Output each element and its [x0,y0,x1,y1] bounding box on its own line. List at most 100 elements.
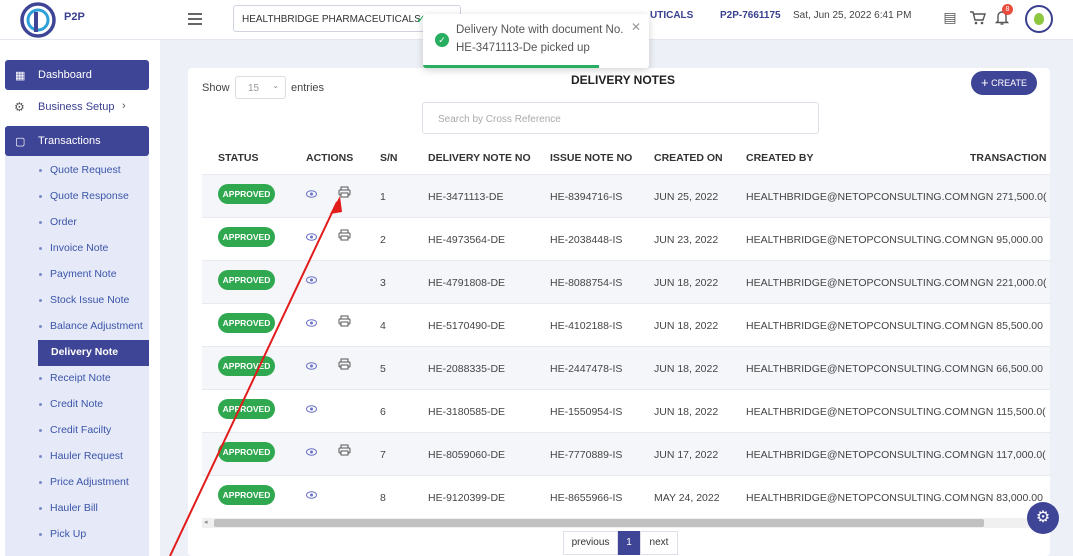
cell-delivery-note-no: HE-4973564-DE [428,234,506,246]
cell-delivery-note-no: HE-3180585-DE [428,406,506,418]
close-icon[interactable]: ✕ [631,20,641,34]
cart-icon[interactable] [968,8,986,26]
sidebar: ▦ Dashboard ⚙ Business Setup › ▢ Transac… [0,40,160,556]
chevron-down-icon: ⌄ [272,81,279,90]
sidebar-item-quote-response[interactable]: Quote Response [5,184,149,210]
column-header-issue-note-no[interactable]: ISSUE NOTE NO [550,152,632,164]
table-row: APPROVED 4 HE-5170490-DE HE-4102188-IS JUN 1… [202,303,1050,346]
cell-delivery-note-no: HE-3471113-DE [428,191,504,203]
horizontal-scrollbar[interactable]: ◂ [202,518,1038,528]
cell-created-by: HEALTHBRIDGE@NETOPCONSULTING.COM [746,363,970,375]
column-header-actions[interactable]: ACTIONS [306,152,353,164]
sidebar-item-stock-issue-note[interactable]: Stock Issue Note [5,288,149,314]
sidebar-item-label: Business Setup [38,101,115,113]
sidebar-item-label: Invoice Note [50,242,109,254]
cell-sn: 3 [380,277,386,289]
avatar[interactable] [1025,5,1053,33]
cell-transaction: NGN 85,500.00 [970,320,1043,332]
sidebar-item-receipt-note[interactable]: Receipt Note [5,366,149,392]
column-header-status[interactable]: STATUS [218,152,258,164]
cell-transaction: NGN 221,000.0( [970,277,1047,289]
page-1-button[interactable]: 1 [618,531,640,555]
sidebar-item-label: Credit Note [50,398,104,410]
print-icon[interactable] [338,315,351,327]
view-eye-icon[interactable] [306,189,317,198]
view-eye-icon[interactable] [306,318,317,327]
table-row: APPROVED 2 HE-4973564-DE HE-2038448-IS JUN 2… [202,217,1050,260]
next-page-button[interactable]: next [640,531,678,555]
cell-delivery-note-no: HE-5170490-DE [428,320,506,332]
cell-created-by: HEALTHBRIDGE@NETOPCONSULTING.COM [746,492,970,504]
list-icon[interactable]: ▤ [941,8,959,26]
status-badge: APPROVED [218,399,275,419]
toast-message-line1: Delivery Note with document No. [456,24,624,36]
print-icon[interactable] [338,229,351,241]
sidebar-item-pick-up[interactable]: Pick Up [5,522,149,548]
column-header-created-on[interactable]: CREATED ON [654,152,723,164]
cell-issue-note-no: HE-7770889-IS [550,449,623,461]
cell-transaction: NGN 83,000.00 [970,492,1043,504]
toast-message-line2: HE-3471113-De picked up [456,42,590,54]
column-header-created-by[interactable]: CREATED BY [746,152,813,164]
cell-created-by: HEALTHBRIDGE@NETOPCONSULTING.COM [746,320,970,332]
sidebar-item-label: Quote Response [50,190,129,202]
p2p-logo[interactable] [18,2,62,38]
sidebar-item-dashboard[interactable]: ▦ Dashboard [5,60,149,90]
settings-gear-icon[interactable]: ⚙ [1027,502,1059,534]
column-header-delivery-note-no[interactable]: DELIVERY NOTE NO [428,152,531,164]
notification-badge: 8 [1002,4,1013,15]
sidebar-item-transactions[interactable]: ▢ Transactions [5,126,149,156]
table-row: APPROVED 1 HE-3471113-DE HE-8394716-IS JUN 2… [202,174,1050,217]
session-id: P2P-7661175 [720,10,781,21]
scroll-left-icon[interactable]: ◂ [204,518,208,526]
column-header-sn[interactable]: S/N [380,152,398,164]
cell-delivery-note-no: HE-2088335-DE [428,363,506,375]
view-eye-icon[interactable] [306,232,317,241]
sidebar-item-hauler-bill[interactable]: Hauler Bill [5,496,149,522]
toast-notification: ✓ Delivery Note with document No. HE-347… [423,14,649,68]
sidebar-item-business-setup[interactable]: ⚙ Business Setup › [5,95,149,121]
sidebar-item-label: Hauler Request [50,450,123,462]
cell-issue-note-no: HE-8394716-IS [550,191,623,203]
menu-toggle-icon[interactable] [188,13,202,25]
sidebar-item-price-adjustment[interactable]: Price Adjustment [5,470,149,496]
cell-created-by: HEALTHBRIDGE@NETOPCONSULTING.COM [746,191,970,203]
document-icon: ▢ [15,136,26,148]
sidebar-item-order[interactable]: Order [5,210,149,236]
entries-select[interactable]: 15 ⌄ [235,76,286,99]
sidebar-item-credit-note[interactable]: Credit Note [5,392,149,418]
table-row: APPROVED 3 HE-4791808-DE HE-8088754-IS JUN 1… [202,260,1050,303]
sidebar-item-balance-adjustment[interactable]: Balance Adjustment [5,314,149,340]
print-icon[interactable] [338,444,351,456]
view-eye-icon[interactable] [306,404,317,413]
cell-issue-note-no: HE-2447478-IS [550,363,623,375]
column-header-transaction[interactable]: TRANSACTION [970,152,1046,164]
print-icon[interactable] [338,186,351,198]
view-eye-icon[interactable] [306,490,317,499]
scrollbar-thumb[interactable] [214,519,984,527]
cell-delivery-note-no: HE-4791808-DE [428,277,506,289]
print-icon[interactable] [338,358,351,370]
previous-page-button[interactable]: previous [563,531,618,555]
sidebar-item-credit-facility[interactable]: Credit Facilty [5,418,149,444]
view-eye-icon[interactable] [306,361,317,370]
cell-sn: 8 [380,492,386,504]
create-button[interactable]: + CREATE [971,71,1037,95]
sidebar-item-delivery-note[interactable]: Delivery Note [38,340,149,366]
entries-value: 15 [248,83,260,94]
status-badge: APPROVED [218,184,275,204]
cell-transaction: NGN 117,000.0( [970,449,1046,461]
cell-transaction: NGN 115,500.0( [970,406,1046,418]
view-eye-icon[interactable] [306,275,317,284]
sidebar-item-invoice-note[interactable]: Invoice Note [5,236,149,262]
sidebar-item-hauler-request[interactable]: Hauler Request [5,444,149,470]
status-badge: APPROVED [218,270,275,290]
transactions-submenu: Quote Request Quote Response Order Invoi… [5,156,149,556]
company-name-header: UTICALS [650,10,694,21]
view-eye-icon[interactable] [306,447,317,456]
cell-delivery-note-no: HE-8059060-DE [428,449,506,461]
sidebar-item-label: Order [50,216,77,228]
sidebar-item-payment-note[interactable]: Payment Note [5,262,149,288]
sidebar-item-quote-request[interactable]: Quote Request [5,158,149,184]
search-input[interactable]: Search by Cross Reference [422,102,819,134]
